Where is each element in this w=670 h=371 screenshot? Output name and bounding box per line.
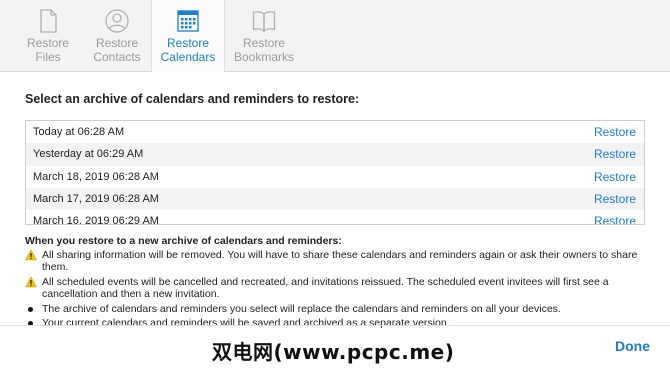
- restore-notes: When you restore to a new archive of cal…: [25, 235, 655, 332]
- warning-icon: [25, 275, 37, 287]
- note-item: All scheduled events will be cancelled a…: [25, 276, 655, 301]
- restore-button[interactable]: Restore: [594, 125, 636, 139]
- warning-icon: [25, 248, 37, 260]
- tab-label: Contacts: [93, 50, 141, 64]
- archive-row: Today at 06:28 AM Restore: [26, 121, 644, 143]
- restore-button[interactable]: Restore: [594, 192, 636, 206]
- archive-date: March 17, 2019 06:28 AM: [33, 192, 159, 205]
- notes-heading: When you restore to a new archive of cal…: [25, 235, 342, 247]
- tab-label: Restore: [166, 36, 210, 50]
- note-item: The archive of calendars and reminders y…: [25, 303, 655, 316]
- tab-label: Calendars: [160, 50, 216, 64]
- note-item: Your current calendars and reminders wil…: [25, 317, 655, 330]
- note-item: All sharing information will be removed.…: [25, 249, 655, 274]
- section-title: Select an archive of calendars and remin…: [25, 92, 360, 106]
- archive-date: March 16, 2019 06:29 AM: [33, 215, 159, 225]
- archive-row: March 17, 2019 06:28 AM Restore: [26, 187, 644, 211]
- archive-row: Yesterday at 06:29 AM Restore: [26, 143, 644, 166]
- archive-date: Yesterday at 06:29 AM: [33, 148, 144, 161]
- archive-row: March 16, 2019 06:29 AM Restore: [26, 210, 644, 225]
- archive-row: March 18, 2019 06:28 AM Restore: [26, 166, 644, 188]
- restore-button[interactable]: Restore: [594, 170, 636, 184]
- bullet-dot-icon: [28, 306, 33, 312]
- tab-restore-calendars[interactable]: Restore Calendars: [151, 0, 225, 72]
- tab-label: Bookmarks: [233, 50, 295, 64]
- tab-restore-contacts[interactable]: Restore Contacts: [80, 0, 154, 72]
- toolbar: Restore Files Restore Contacts Restore C…: [0, 0, 670, 72]
- tab-restore-files[interactable]: Restore Files: [11, 0, 85, 72]
- tab-label: Restore: [26, 36, 70, 50]
- calendar-icon: [177, 10, 199, 32]
- archive-list[interactable]: Today at 06:28 AM Restore Yesterday at 0…: [25, 120, 645, 225]
- restore-button[interactable]: Restore: [594, 147, 636, 161]
- archive-date: March 18, 2019 06:28 AM: [33, 170, 159, 183]
- book-icon: [252, 11, 276, 33]
- note-text: All scheduled events will be cancelled a…: [42, 275, 609, 301]
- note-text: The archive of calendars and reminders y…: [42, 302, 561, 315]
- done-button[interactable]: Done: [615, 338, 650, 354]
- restore-button[interactable]: Restore: [594, 214, 636, 224]
- note-text: Your current calendars and reminders wil…: [42, 317, 450, 329]
- tab-label: Restore: [242, 36, 286, 50]
- file-icon: [40, 9, 57, 33]
- contacts-icon: [105, 9, 129, 33]
- tab-label: Restore: [95, 36, 139, 50]
- watermark: 双电网(www.pcpc.me): [212, 340, 455, 364]
- footer-divider: [0, 325, 670, 326]
- archive-date: Today at 06:28 AM: [33, 126, 125, 138]
- tab-label: Files: [35, 50, 61, 64]
- tab-restore-bookmarks[interactable]: Restore Bookmarks: [227, 0, 301, 72]
- note-text: All sharing information will be removed.…: [42, 248, 638, 274]
